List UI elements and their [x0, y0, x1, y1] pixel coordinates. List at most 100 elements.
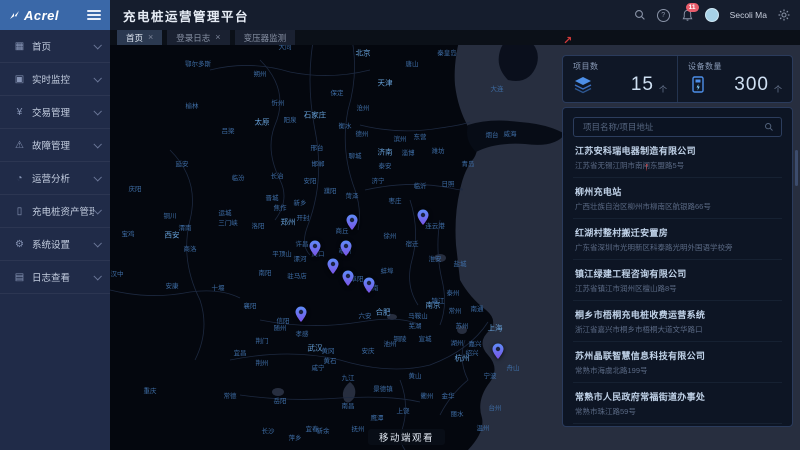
city-label: 庆阳 — [129, 183, 142, 193]
city-label: 宣城 — [419, 333, 432, 343]
city-label: 新余 — [317, 425, 330, 435]
user-name[interactable]: Secoli Ma — [730, 10, 767, 20]
city-label: 临沂 — [414, 180, 427, 190]
gear-icon[interactable] — [778, 9, 790, 21]
project-item[interactable]: 苏州晶联智慧信息科技有限公司常熟市海虞北路199号 — [573, 342, 782, 383]
sidebar-item-asset-mgmt[interactable]: ▯充电桩资产管理 — [0, 195, 110, 228]
tab-login-log[interactable]: 登录日志× — [167, 30, 229, 45]
city-label: 聊城 — [349, 150, 362, 160]
project-name: 镇江绿建工程咨询有限公司 — [575, 267, 780, 280]
sidebar-item-label: 首页 — [32, 39, 94, 53]
map-pin-icon[interactable] — [327, 258, 340, 280]
map-pin-icon[interactable] — [295, 306, 308, 328]
hamburger-icon[interactable] — [87, 10, 101, 20]
monitor-icon: ▣ — [12, 74, 27, 85]
city-label: 临汾 — [232, 172, 245, 182]
close-icon[interactable]: × — [215, 33, 220, 42]
avatar[interactable] — [705, 8, 719, 22]
app-logo: Acrel — [24, 8, 87, 23]
city-label: 合肥 — [376, 307, 391, 318]
city-label: 大连 — [491, 83, 504, 93]
sidebar-item-system-settings[interactable]: ⚙系统设置 — [0, 228, 110, 261]
scrollbar-thumb[interactable] — [795, 150, 798, 186]
bell-icon[interactable]: 11 — [681, 9, 694, 22]
city-label: 咸宁 — [312, 362, 325, 372]
map-pin-icon[interactable] — [346, 214, 359, 236]
city-label: 漯河 — [294, 253, 307, 263]
map-pin-icon[interactable] — [340, 240, 353, 262]
project-item[interactable]: 江苏安科瑞电器制造有限公司江苏省无锡江阴市南闸东盟路5号 — [573, 137, 782, 178]
sidebar-item-log-view[interactable]: ▤日志查看 — [0, 261, 110, 294]
sidebar-menu: ▦ 首页 ▣实时监控¥交易管理⚠故障管理 ◔ 运营分析 ▯充电桩资产管理⚙系统设置▤日志查… — [0, 30, 110, 450]
city-label: 蚌埠 — [381, 265, 394, 275]
tab-home[interactable]: 首页× — [117, 30, 162, 45]
tab-transformer-monitor[interactable]: 变压器监测 — [235, 30, 296, 45]
city-label: 安康 — [166, 280, 179, 290]
city-label: 北京 — [356, 48, 371, 59]
project-address: 广西壮族自治区柳州市柳南区航银路66号 — [575, 201, 780, 212]
notification-badge: 11 — [686, 3, 699, 12]
city-label: 衢州 — [421, 390, 434, 400]
stat-projects-unit: 个 — [659, 84, 667, 95]
sidebar-item-label: 运营分析 — [32, 171, 94, 185]
city-label: 镇江 — [432, 295, 445, 305]
project-item[interactable]: 镇江绿建工程咨询有限公司江苏省镇江市润州区檀山路8号 — [573, 260, 782, 301]
project-name: 红湖村整村搬迁安置房 — [575, 226, 780, 239]
project-search-box — [573, 117, 782, 137]
charger-asset-icon: ▯ — [12, 206, 27, 217]
city-label: 黄石 — [324, 355, 337, 365]
city-label: 沧州 — [357, 102, 370, 112]
logo-block: Acrel — [0, 0, 110, 30]
project-name: 柳州充电站 — [575, 185, 780, 198]
mobile-view-badge[interactable]: 移动端观看 — [368, 429, 445, 445]
city-label: 济南 — [378, 147, 393, 158]
sidebar-item-realtime-monitor[interactable]: ▣实时监控 — [0, 63, 110, 96]
city-label: 丽水 — [451, 408, 464, 418]
help-icon[interactable]: ? — [657, 9, 670, 22]
city-label: 马鞍山 — [408, 310, 428, 320]
city-label: 开封 — [297, 212, 310, 222]
map-pin-icon[interactable] — [492, 343, 505, 365]
sidebar-item-transaction-mgmt[interactable]: ¥交易管理 — [0, 96, 110, 129]
sidebar-item-fault-mgmt[interactable]: ⚠故障管理 — [0, 129, 110, 162]
city-label: 荆门 — [256, 335, 269, 345]
city-label: 台州 — [489, 402, 502, 412]
city-label: 东营 — [414, 131, 427, 141]
city-label: 湖州 — [451, 337, 464, 347]
map-pin-icon[interactable] — [363, 277, 376, 299]
project-address: 浙江省嘉兴市桐乡市梧桐大道文华路口 — [575, 324, 780, 335]
city-label: 抚州 — [352, 423, 365, 433]
city-label: 黄冈 — [322, 345, 335, 355]
map-pin-icon[interactable] — [309, 240, 322, 262]
city-label: 鹰潭 — [371, 412, 384, 422]
search-icon[interactable] — [634, 9, 646, 21]
city-label: 汉中 — [111, 268, 124, 278]
search-icon-small[interactable] — [764, 122, 774, 132]
city-label: 景德镇 — [373, 383, 393, 393]
project-address: 广东省深圳市光明新区科泰路光明外国语学校旁 — [575, 242, 780, 253]
sidebar-item-home[interactable]: ▦ 首页 — [0, 30, 110, 63]
project-name: 江苏安科瑞电器制造有限公司 — [575, 144, 780, 157]
city-label: 温州 — [477, 422, 490, 432]
city-label: 武汉 — [308, 343, 323, 354]
project-item[interactable]: 柳州充电站广西壮族自治区柳州市柳南区航银路66号 — [573, 178, 782, 219]
project-item[interactable]: 红湖村整村搬迁安置房广东省深圳市光明新区科泰路光明外国语学校旁 — [573, 219, 782, 260]
project-name: 常熟市人民政府常福街道办事处 — [575, 390, 780, 403]
charger-icon — [688, 75, 708, 95]
project-item[interactable]: 常熟市人民政府常福街道办事处常熟市珠江路59号 — [573, 383, 782, 424]
sidebar-item-operation-analysis[interactable]: ◔ 运营分析 — [0, 162, 110, 195]
city-label: 宜昌 — [234, 347, 247, 357]
city-label: 延安 — [176, 158, 189, 168]
analysis-icon: ◔ — [12, 173, 27, 184]
project-search-input[interactable] — [581, 121, 759, 133]
chevron-down-icon — [93, 272, 101, 280]
map-pin-icon[interactable] — [342, 270, 355, 292]
sidebar-item-label: 故障管理 — [32, 138, 94, 152]
map-pin-icon[interactable] — [417, 209, 430, 231]
stat-projects-value: 15 — [631, 74, 654, 96]
home-icon: ▦ — [12, 41, 27, 52]
city-label: 石家庄 — [304, 110, 327, 121]
project-list: 江苏安科瑞电器制造有限公司江苏省无锡江阴市南闸东盟路5号柳州充电站广西壮族自治区… — [573, 137, 782, 424]
project-item[interactable]: 桐乡市梧桐充电桩收费运营系统浙江省嘉兴市桐乡市梧桐大道文华路口 — [573, 301, 782, 342]
close-icon[interactable]: × — [148, 33, 153, 42]
